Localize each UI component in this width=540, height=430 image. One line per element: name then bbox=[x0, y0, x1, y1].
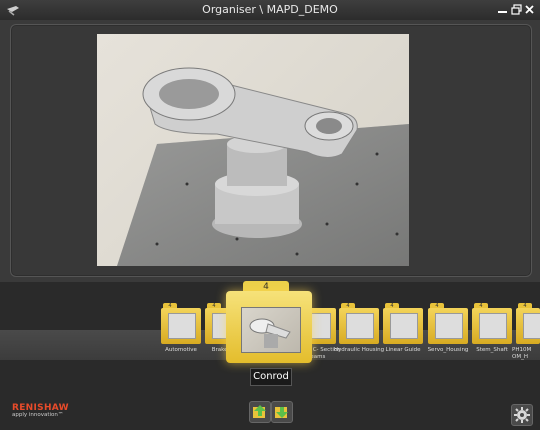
folder-thumbnail bbox=[168, 313, 196, 339]
preview-image bbox=[97, 34, 409, 266]
window-title: Organiser \ MAPD_DEMO bbox=[202, 3, 338, 16]
import-icon bbox=[253, 405, 266, 418]
folder-thumbnail bbox=[390, 313, 418, 339]
selected-folder-conrod[interactable]: 4 bbox=[226, 281, 312, 363]
renishaw-logo: RENISHAW apply innovation™ bbox=[12, 403, 82, 418]
settings-button[interactable] bbox=[511, 404, 533, 426]
maximize-icon[interactable] bbox=[511, 4, 522, 15]
import-button[interactable] bbox=[249, 401, 271, 423]
selected-folder-thumbnail bbox=[241, 307, 301, 353]
export-icon bbox=[275, 407, 288, 418]
settings-gear-icon bbox=[514, 407, 530, 423]
folder-linear-guide[interactable]: 4 Linear Guide bbox=[383, 303, 423, 353]
folder-hydraulic-housing[interactable]: 4 Hydraulic Housing bbox=[334, 303, 384, 353]
selected-folder-label: Conrod bbox=[250, 368, 292, 386]
folder-automotive[interactable]: 4 Automotive bbox=[161, 303, 201, 353]
title-bar: Organiser \ MAPD_DEMO bbox=[0, 0, 540, 20]
folder-thumbnail bbox=[523, 313, 540, 339]
folder-thumbnail bbox=[346, 313, 374, 339]
minimize-icon[interactable] bbox=[497, 4, 508, 15]
folder-label: PH10M OM_H bbox=[512, 347, 532, 360]
brand-tagline: apply innovation™ bbox=[12, 412, 64, 418]
folder-thumbnail bbox=[479, 313, 507, 339]
folder-thumbnail bbox=[435, 313, 463, 339]
folder-ph10m[interactable]: 4 PH10M OM_H bbox=[512, 303, 540, 360]
close-icon[interactable] bbox=[524, 4, 535, 15]
folder-servo-housing[interactable]: 4 Servo_Housing bbox=[428, 303, 468, 353]
export-button[interactable] bbox=[271, 401, 293, 423]
folder-stem-shaft[interactable]: 4 Stem_Shaft bbox=[472, 303, 512, 353]
